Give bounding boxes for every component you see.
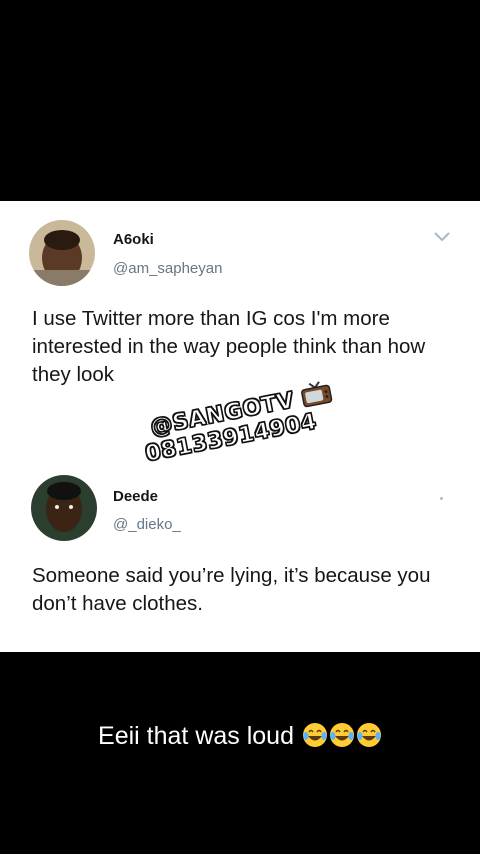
avatar[interactable] [29, 220, 95, 286]
tears-of-joy-emoji-icon [356, 723, 381, 747]
chevron-down-icon[interactable] [434, 232, 450, 242]
display-name[interactable]: Deede [113, 488, 158, 505]
user-handle[interactable]: @_dieko_ [113, 516, 181, 533]
tweet-text: Someone said you’re lying, it’s because … [32, 564, 431, 615]
user-handle[interactable]: @am_sapheyan [113, 260, 222, 277]
avatar[interactable] [31, 475, 97, 541]
tweet-text: I use Twitter more than IG cos I'm more … [32, 307, 426, 386]
display-name[interactable]: A6oki [113, 231, 154, 248]
caption-text: Eeii that was loud [98, 722, 294, 750]
caption: Eeii that was loud [0, 722, 480, 751]
tweet-1[interactable]: A6oki @am_sapheyan I use Twitter more th… [0, 201, 480, 401]
tweet-2[interactable]: Deede @_dieko_ Someone said you’re lying… [0, 461, 480, 651]
tweet-menu-dot[interactable] [440, 497, 443, 500]
tears-of-joy-emoji-icon [302, 723, 327, 747]
tears-of-joy-emoji-icon [329, 723, 354, 747]
tv-icon [301, 381, 333, 408]
